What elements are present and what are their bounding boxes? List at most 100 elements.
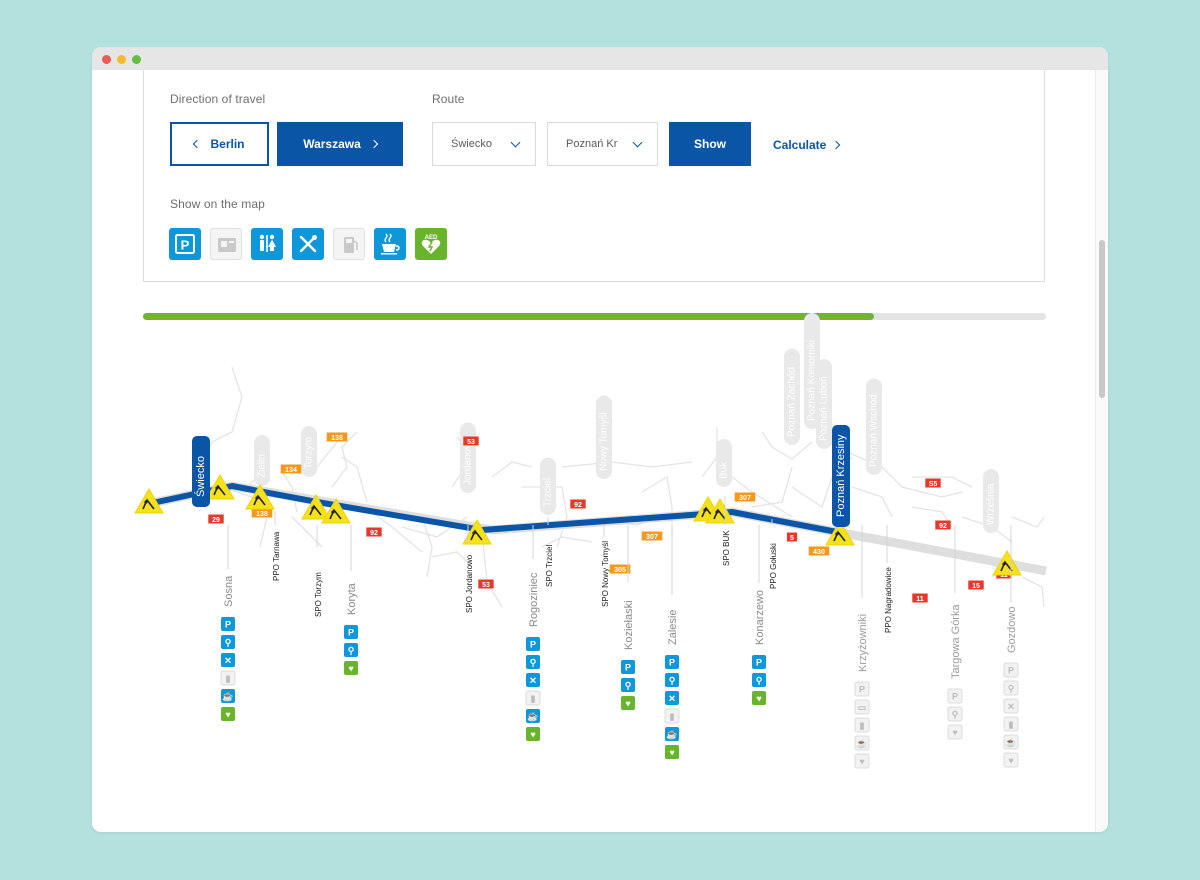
exit-marker[interactable]: Trzciel [540,457,556,516]
aed-service-icon: ♥ [752,691,766,705]
service-area[interactable]: PPO Tarnawa [272,511,281,581]
service-icon-glyph: ⚲ [952,710,959,720]
exit-marker[interactable]: Poznań Wschód [866,378,882,476]
exit-name: Poznań Luboń [819,376,830,441]
parking-service-icon: P [665,655,679,669]
road-number: 307 [646,534,658,541]
road-number: 92 [574,502,582,509]
exit-name: Poznań Komorniki [807,340,818,421]
service-area-name: PPO Gołuski [769,543,778,589]
service-icon-glyph: ▮ [860,721,865,731]
road-number: 15 [972,583,980,590]
service-area-name: SPO BUK [722,530,731,566]
exit-marker[interactable]: Poznań Luboń [816,359,832,449]
road-number: 134 [285,467,297,474]
road-number: 307 [739,495,751,502]
exit-marker[interactable]: Zielin [254,435,270,486]
road-number-badge: 5 [786,532,798,542]
toilets-service-icon: ⚲ [947,706,963,722]
road-number-badge: 92 [935,520,951,530]
exit-name: Torzym [304,437,315,469]
service-area[interactable]: Sosna P ⚲ ✕ ▮ ☕ ♥ [220,525,236,721]
fuel-service-icon: ▮ [1003,716,1019,732]
parking-service-icon: P [854,681,870,697]
service-area[interactable]: Koryta P ⚲ ♥ [344,525,358,675]
service-icon-glyph: ♥ [756,694,761,704]
parking-service-icon: P [752,655,766,669]
service-icon-glyph: ♥ [625,699,630,709]
service-area-name: PPO Tarnawa [272,531,281,581]
service-icon-glyph: ✕ [529,676,537,686]
road-number: 92 [370,530,378,537]
service-icon-glyph: ▮ [1009,720,1014,730]
exit-marker[interactable]: Nowy Tomyśl [596,395,612,480]
road-number-badge: 138 [326,432,348,442]
service-area-name: Krzyżowniki [857,614,869,672]
service-area[interactable]: PPO Gołuski [769,519,778,589]
exits-layer: Zielin Torzym Jordanowo Trzciel Nowy Tomyśl B… [254,313,999,533]
toilets-service-icon: ⚲ [665,673,679,687]
cafe-service-icon: ☕ [1003,734,1019,750]
restaurant-service-icon: ✕ [1003,698,1019,714]
service-icon-glyph: ♥ [952,728,957,738]
fuel-service-icon: ▮ [664,708,680,724]
fuel-service-icon: ▮ [220,670,236,686]
exit-marker[interactable]: Jordanowo [460,422,476,494]
aed-service-icon: ♥ [221,707,235,721]
toilets-service-icon: ⚲ [344,643,358,657]
service-area-name: SPO Torzym [314,572,323,617]
worker-head [331,510,335,514]
road-number-badge: 92 [570,499,586,509]
exit-name: Nowy Tomyśl [599,412,610,471]
exit-marker[interactable]: Poznań Zachód [784,348,800,446]
service-icon-glyph: P [348,628,354,638]
toilets-service-icon: ⚲ [621,678,635,692]
service-area-name: SPO Trzciel [545,545,554,587]
exit-marker[interactable]: Torzym [301,426,317,477]
aed-service-icon: ♥ [621,696,635,710]
route-start-marker[interactable]: Świecko [192,436,210,507]
worker-head [835,532,839,536]
service-area[interactable]: SPO Torzym [314,525,323,617]
service-icon-glyph: ☕ [222,691,233,702]
road-number-badge: 29 [208,514,224,524]
service-area[interactable]: Zalesie P ⚲ ✕ ▮ ☕ ♥ [664,525,680,759]
route-end-name: Świecko [194,456,207,497]
exit-marker[interactable]: Września [983,469,999,533]
service-icon-glyph: P [1008,666,1014,676]
parking-service-icon: P [221,617,235,631]
restaurant-service-icon: ✕ [665,691,679,705]
service-icon-glyph: ☕ [527,711,538,722]
cafe-service-icon: ☕ [221,689,235,703]
cafe-service-icon: ☕ [665,727,679,741]
atm-service-icon: ▭ [854,699,870,715]
service-areas-layer: Sosna P ⚲ ✕ ▮ ☕ ♥ PPO Tarnawa SPO Torzym Koryta P ⚲… [220,496,1019,769]
exit-name: Poznań Zachód [787,367,798,437]
aed-service-icon: ♥ [665,745,679,759]
service-icon-glyph: P [952,692,958,702]
service-area[interactable]: Krzyżowniki P ▭ ▮ ☕ ♥ [854,525,870,769]
route-end-marker[interactable]: Poznań Krzesiny [832,425,850,527]
scrollbar[interactable] [1095,70,1108,832]
scrollbar-thumb[interactable] [1099,240,1105,398]
service-icon-glyph: P [669,658,675,668]
road-number: 11 [916,596,924,603]
service-icon-glyph: ⚲ [756,676,763,686]
toilets-service-icon: ⚲ [526,655,540,669]
service-area[interactable]: Koziełaski P ⚲ ♥ [621,525,635,710]
parking-service-icon: P [621,660,635,674]
service-area[interactable]: SPO Nowy Tomyśl [601,525,610,607]
aed-service-icon: ♥ [1003,752,1019,768]
service-area[interactable]: Rogoziniec P ⚲ ✕ ▮ ☕ ♥ [525,525,541,741]
road-number-badge: 134 [280,464,302,474]
service-area[interactable]: Konarzewo P ⚲ ♥ [752,525,766,705]
service-icon-glyph: P [859,685,865,695]
worker-head [703,508,707,512]
worker-head [255,496,259,500]
service-icon-glyph: ▭ [858,703,867,713]
service-icon-glyph: ⚲ [669,676,676,686]
exit-marker[interactable]: Buk [716,439,732,487]
service-area-name: Konarzewo [754,590,766,645]
service-icon-glyph: P [225,620,231,630]
service-icon-glyph: ⚲ [625,681,632,691]
